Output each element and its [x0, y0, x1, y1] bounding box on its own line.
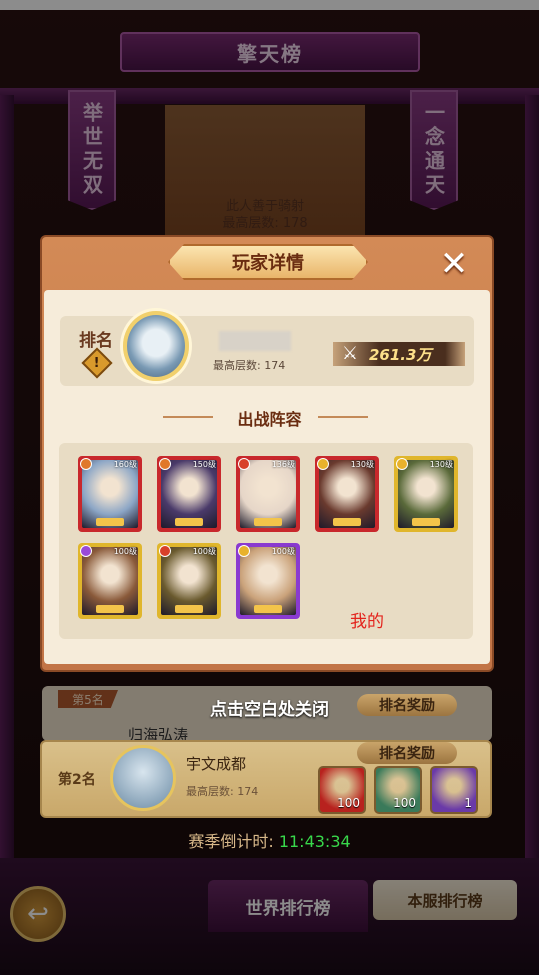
player-max-floor: 最高层数: 174 — [213, 359, 286, 372]
hero-level: 150级 — [192, 460, 216, 469]
hero-rank-ribbon — [333, 518, 361, 526]
close-button[interactable]: ✕ — [436, 246, 472, 282]
hero-card[interactable]: 130级 — [394, 456, 458, 532]
hero-rank-ribbon — [254, 605, 282, 613]
hero-level: 160级 — [113, 460, 137, 469]
hero-element-icon — [238, 458, 250, 470]
divider-right — [318, 416, 368, 418]
hero-level: 100级 — [192, 547, 216, 556]
hero-rank-ribbon — [96, 518, 124, 526]
hero-level: 100级 — [271, 547, 295, 556]
countdown-time: 11:43:34 — [278, 832, 351, 851]
hero-rank-ribbon — [175, 518, 203, 526]
hero-element-icon — [80, 458, 92, 470]
rank2-name: 宇文成都 — [186, 755, 247, 773]
hero-element-icon — [317, 458, 329, 470]
hero-card[interactable]: 100级 — [236, 543, 300, 619]
crossed-swords-icon: ⚔ — [341, 342, 359, 364]
hero-element-icon — [80, 545, 92, 557]
hero-card[interactable]: 160级 — [78, 456, 142, 532]
rank2-floor: 最高层数: 174 — [186, 785, 259, 798]
rank2-avatar[interactable] — [110, 745, 176, 811]
hero-card[interactable]: 136级 — [236, 456, 300, 532]
hero-level: 130级 — [429, 460, 453, 469]
hero-level: 136级 — [271, 460, 295, 469]
hero-level: 100级 — [113, 547, 137, 556]
hero-element-icon — [396, 458, 408, 470]
screen[interactable]: 擎天榜 举世无双 一念通天 此人善于骑射 最高层数: 178 第5名 归海弘涛 … — [0, 0, 539, 975]
hero-level: 130级 — [350, 460, 374, 469]
hero-element-icon — [159, 545, 171, 557]
hero-card[interactable]: 150级 — [157, 456, 221, 532]
hero-rank-ribbon — [412, 518, 440, 526]
reward-item-bag[interactable]: 1 — [430, 766, 478, 814]
rank2-label: 第2名 — [58, 772, 96, 788]
hero-card[interactable]: 130级 — [315, 456, 379, 532]
hero-element-icon — [159, 458, 171, 470]
hero-rank-ribbon — [96, 605, 124, 613]
hero-rank-ribbon — [175, 605, 203, 613]
player-avatar — [123, 311, 189, 381]
player-name-blurred — [219, 331, 291, 351]
lineup-title: 出战阵容 — [237, 410, 302, 429]
reward-item-jade[interactable]: 100 — [374, 766, 422, 814]
close-hint: 点击空白处关闭 — [210, 700, 329, 720]
hero-card[interactable]: 100级 — [157, 543, 221, 619]
modal-title: 玩家详情 — [168, 244, 368, 280]
mine-label: 我的 — [350, 612, 384, 632]
hero-card[interactable]: 100级 — [78, 543, 142, 619]
reward-item-ruby[interactable]: 100 — [318, 766, 366, 814]
hero-element-icon — [238, 545, 250, 557]
hero-rank-ribbon — [254, 518, 282, 526]
close-icon: ✕ — [439, 244, 469, 284]
rank-badge-text: ! — [94, 355, 100, 371]
countdown-label: 赛季倒计时: — [188, 832, 279, 851]
season-countdown: 赛季倒计时: 11:43:34 — [0, 828, 539, 852]
rank2-reward-button[interactable]: 排名奖励 — [357, 742, 457, 764]
